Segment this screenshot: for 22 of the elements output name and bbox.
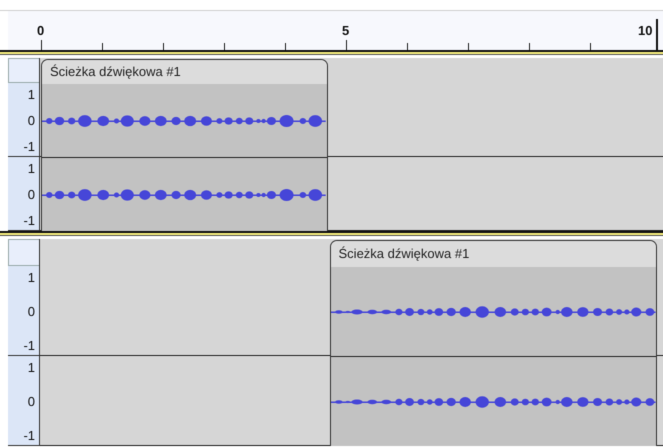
track-area[interactable]: Ścieżka dźwiękowa #1 [40, 239, 663, 446]
clip-title[interactable]: Ścieżka dźwiękowa #1 [330, 241, 656, 267]
scale-label: 0 [28, 113, 35, 128]
ruler-label: 10 [638, 23, 652, 38]
scale-label: 1 [28, 161, 35, 176]
scale-label: -1 [23, 213, 35, 228]
audio-clip[interactable]: Ścieżka dźwiękowa #1 [330, 240, 658, 446]
scale-label: -1 [23, 139, 35, 154]
scale-label: 1 [28, 360, 35, 375]
ruler-label: 0 [37, 23, 44, 38]
scale-label: 0 [28, 394, 35, 409]
scale-label: 0 [28, 187, 35, 202]
ruler-label: 5 [342, 23, 350, 38]
scale-label: 1 [28, 87, 35, 102]
scale-label: 1 [28, 270, 35, 285]
audio-clip[interactable]: Ścieżka dźwiękowa #1 [41, 59, 328, 231]
timeline-ruler[interactable]: 0 5 10 [8, 11, 663, 50]
scale-label: 0 [28, 304, 35, 319]
track-area[interactable]: Ścieżka dźwiękowa #1 [40, 58, 663, 231]
scale-label: -1 [23, 338, 35, 353]
scale-label: -1 [23, 428, 35, 443]
clip-title[interactable]: Ścieżka dźwiękowa #1 [42, 60, 327, 84]
